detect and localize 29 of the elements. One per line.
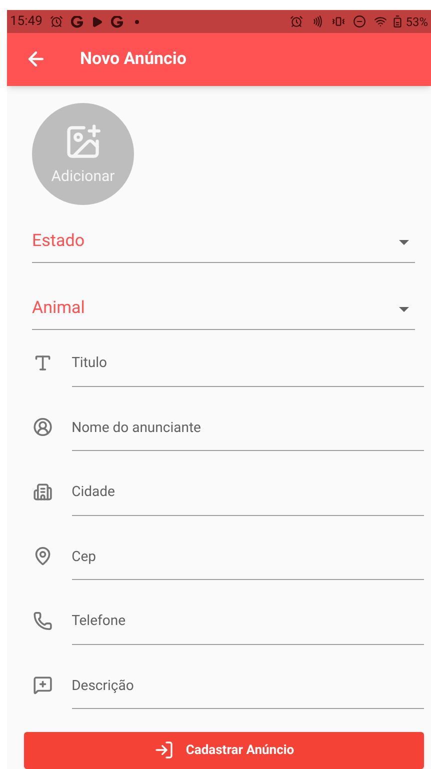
- g-logo-icon: [111, 16, 124, 28]
- phone-icon: [33, 610, 53, 631]
- screen-title: Novo Anúncio: [80, 48, 186, 71]
- add-photo-button[interactable]: Adicionar: [32, 102, 134, 205]
- text-icon: [33, 352, 53, 373]
- input-field[interactable]: Titulo: [72, 340, 424, 387]
- status-time: 15:49: [10, 12, 42, 31]
- dropdown-arrow-icon: [399, 306, 409, 312]
- do-not-disturb-icon: [352, 15, 366, 28]
- input-field[interactable]: Telefone: [72, 598, 424, 645]
- input-field[interactable]: Cep: [72, 534, 424, 580]
- input-field[interactable]: Descrição: [72, 663, 424, 710]
- input-field[interactable]: Cidade: [72, 470, 424, 516]
- user-icon: [33, 417, 53, 438]
- add-comment-icon: [33, 675, 53, 696]
- alarm-icon: [50, 15, 64, 28]
- battery-level: 53%: [406, 14, 428, 31]
- location-pin-icon: [33, 546, 53, 566]
- input-field[interactable]: Nome do anunciante: [72, 405, 424, 452]
- building-icon: [33, 482, 53, 502]
- g-logo-icon: [71, 16, 84, 28]
- dropdown-field[interactable]: Estado: [32, 222, 415, 263]
- alarm-icon: [290, 15, 303, 28]
- submit-button[interactable]: Cadastrar Anúncio: [24, 732, 424, 769]
- dropdown-field[interactable]: Animal: [32, 290, 415, 330]
- dropdown-arrow-icon: [399, 240, 409, 245]
- vibrate-icon: [332, 15, 345, 28]
- battery-icon: [390, 15, 404, 28]
- sign-in-icon: [154, 740, 174, 760]
